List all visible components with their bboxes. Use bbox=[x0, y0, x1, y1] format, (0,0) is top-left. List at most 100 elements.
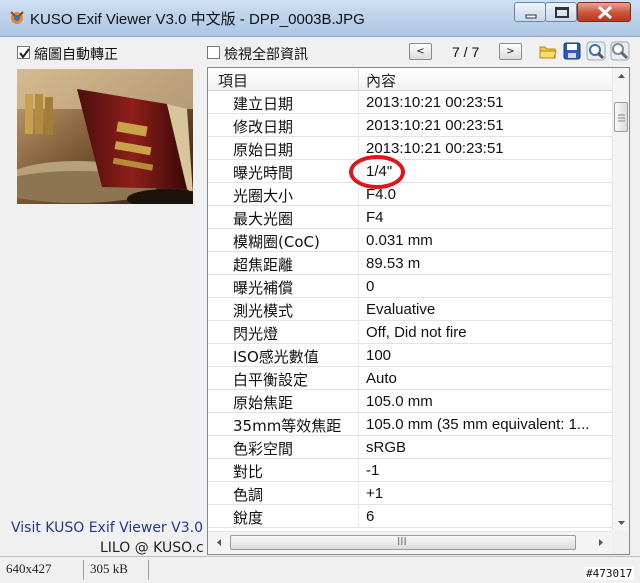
save-icon[interactable] bbox=[562, 41, 582, 61]
row-key: ISO感光數值 bbox=[233, 348, 319, 366]
row-key: 閃光燈 bbox=[233, 325, 279, 343]
row-value: 105.0 mm bbox=[366, 393, 433, 410]
table-row[interactable]: 原始焦距 105.0 mm bbox=[208, 390, 612, 413]
column-divider bbox=[358, 321, 359, 344]
auto-rotate-label[interactable]: 縮圖自動轉正 bbox=[34, 44, 118, 64]
status-divider bbox=[83, 560, 84, 580]
row-value: 100 bbox=[366, 347, 392, 364]
table-row[interactable]: ISO感光數值 100 bbox=[208, 344, 612, 367]
column-divider[interactable] bbox=[358, 68, 359, 90]
close-icon bbox=[597, 5, 613, 20]
row-value: 2013:10:21 00:23:51 bbox=[366, 94, 504, 111]
visit-link[interactable]: Visit KUSO Exif Viewer V3.0 bbox=[11, 520, 203, 536]
scroll-left-icon[interactable] bbox=[212, 535, 226, 550]
kuso-app-icon[interactable] bbox=[8, 9, 26, 27]
row-value: 0 bbox=[366, 278, 375, 295]
column-divider bbox=[358, 367, 359, 390]
watermark: #473017 bbox=[584, 567, 635, 580]
maximize-button[interactable] bbox=[545, 2, 577, 22]
scroll-down-icon[interactable] bbox=[613, 514, 629, 531]
next-image-button[interactable]: > bbox=[499, 43, 522, 60]
row-value: 89.53 m bbox=[366, 255, 421, 272]
table-row[interactable]: 原始日期 2013:10:21 00:23:51 bbox=[208, 137, 612, 160]
column-divider bbox=[358, 137, 359, 160]
auto-rotate-checkbox[interactable] bbox=[17, 46, 30, 59]
row-key: 光圈大小 bbox=[233, 187, 294, 205]
header-value[interactable]: 內容 bbox=[366, 70, 396, 91]
column-divider bbox=[358, 344, 359, 367]
prev-image-button[interactable]: < bbox=[409, 43, 432, 60]
column-divider bbox=[358, 183, 359, 206]
horizontal-scrollbar[interactable]: III bbox=[208, 531, 612, 554]
column-divider bbox=[358, 252, 359, 275]
table-row[interactable]: 修改日期 2013:10:21 00:23:51 bbox=[208, 114, 612, 137]
row-key: 模糊圈(CoC) bbox=[233, 233, 320, 251]
row-key: 白平衡設定 bbox=[233, 371, 309, 389]
photo-thumbnail bbox=[17, 69, 193, 204]
row-key: 最大光圈 bbox=[233, 210, 294, 228]
vertical-scrollbar[interactable] bbox=[612, 68, 629, 531]
row-key: 曝光補償 bbox=[233, 279, 294, 297]
table-row[interactable]: 對比 -1 bbox=[208, 459, 612, 482]
column-divider bbox=[358, 390, 359, 413]
row-value: 6 bbox=[366, 508, 375, 525]
table-row[interactable]: 白平衡設定 Auto bbox=[208, 367, 612, 390]
row-key: 色調 bbox=[233, 486, 264, 504]
table-row[interactable]: 曝光補償 0 bbox=[208, 275, 612, 298]
table-row[interactable]: 測光模式 Evaluative bbox=[208, 298, 612, 321]
table-row[interactable]: 色彩空間 sRGB bbox=[208, 436, 612, 459]
row-key: 曝光時間 bbox=[233, 164, 294, 182]
row-value: Off, Did not fire bbox=[366, 324, 467, 341]
status-bar: 640x427 305 kB bbox=[0, 556, 640, 583]
vertical-scroll-thumb[interactable] bbox=[614, 102, 628, 132]
show-all-checkbox[interactable] bbox=[207, 46, 220, 59]
window-title: KUSO Exif Viewer V3.0 中文版 - DPP_0003B.JP… bbox=[30, 11, 365, 28]
header-key[interactable]: 項目 bbox=[218, 70, 248, 91]
row-value: 0.031 mm bbox=[366, 232, 433, 249]
title-bar[interactable]: KUSO Exif Viewer V3.0 中文版 - DPP_0003B.JP… bbox=[0, 0, 640, 37]
table-row[interactable]: 色調 +1 bbox=[208, 482, 612, 505]
row-key: 原始日期 bbox=[233, 141, 294, 159]
minimize-button[interactable] bbox=[514, 2, 546, 22]
row-value: +1 bbox=[366, 485, 384, 502]
row-key: 對比 bbox=[233, 463, 264, 481]
magnifier-icon[interactable] bbox=[586, 41, 606, 61]
table-row[interactable]: 模糊圈(CoC) 0.031 mm bbox=[208, 229, 612, 252]
scroll-right-icon[interactable] bbox=[594, 535, 608, 550]
show-all-label[interactable]: 檢視全部資訊 bbox=[224, 44, 308, 64]
exif-table[interactable]: 項目 內容 建立日期 2013:10:21 00:23:51 修改日期 2013:10… bbox=[207, 67, 630, 555]
close-button[interactable] bbox=[577, 2, 631, 22]
table-row[interactable]: 35mm等效焦距 105.0 mm (35 mm equivalent: 1... bbox=[208, 413, 612, 436]
info-icon[interactable] bbox=[610, 41, 630, 61]
row-key: 銳度 bbox=[233, 509, 264, 527]
column-divider bbox=[358, 114, 359, 137]
row-value: F4 bbox=[366, 209, 384, 226]
row-key: 色彩空間 bbox=[233, 440, 294, 458]
column-divider bbox=[358, 413, 359, 436]
exif-viewer-window: KUSO Exif Viewer V3.0 中文版 - DPP_0003B.JP… bbox=[0, 0, 640, 583]
scroll-up-icon[interactable] bbox=[613, 68, 629, 85]
row-key: 測光模式 bbox=[233, 302, 294, 320]
table-row[interactable]: 閃光燈 Off, Did not fire bbox=[208, 321, 612, 344]
row-value: F4.0 bbox=[366, 186, 397, 203]
file-size: 305 kB bbox=[90, 561, 128, 576]
status-divider bbox=[148, 560, 149, 580]
table-row[interactable]: 建立日期 2013:10:21 00:23:51 bbox=[208, 91, 612, 114]
row-key: 超焦距離 bbox=[233, 256, 294, 274]
row-value: 2013:10:21 00:23:51 bbox=[366, 117, 504, 134]
column-divider bbox=[358, 229, 359, 252]
table-header: 項目 內容 bbox=[208, 68, 612, 91]
table-row[interactable]: 超焦距離 89.53 m bbox=[208, 252, 612, 275]
credit-text: LILO @ KUSO.c bbox=[100, 540, 204, 556]
open-folder-icon[interactable] bbox=[538, 41, 558, 61]
table-row[interactable]: 最大光圈 F4 bbox=[208, 206, 612, 229]
table-row[interactable]: 光圈大小 F4.0 bbox=[208, 183, 612, 206]
row-value: sRGB bbox=[366, 439, 407, 456]
table-row[interactable]: 曝光時間 1/4" bbox=[208, 160, 612, 183]
row-value: Auto bbox=[366, 370, 397, 387]
maximize-icon bbox=[555, 7, 569, 18]
table-row[interactable]: 銳度 6 bbox=[208, 505, 612, 528]
table-rows: 建立日期 2013:10:21 00:23:51 修改日期 2013:10:21 00… bbox=[208, 91, 612, 528]
horizontal-scroll-thumb[interactable]: III bbox=[230, 535, 576, 550]
column-divider bbox=[358, 459, 359, 482]
